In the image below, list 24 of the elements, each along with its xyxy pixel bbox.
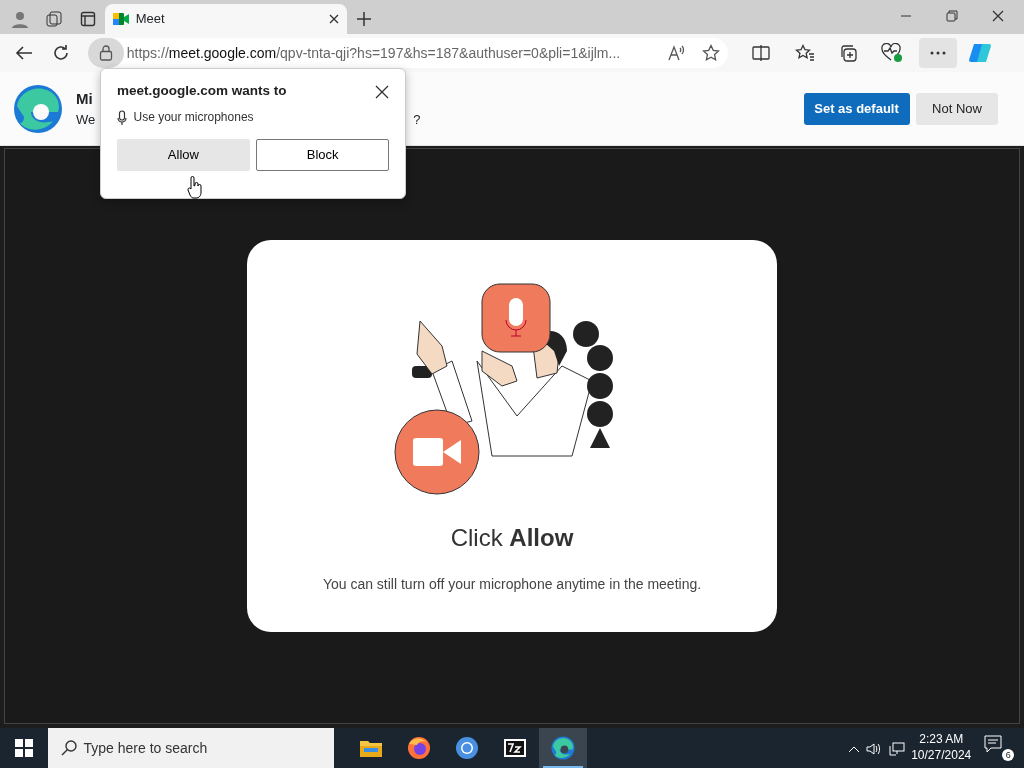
not-now-button[interactable]: Not Now: [916, 92, 998, 125]
browser-tab[interactable]: Meet: [105, 4, 348, 34]
video-call-icon: [113, 12, 130, 26]
permission-text: Use your microphones: [133, 108, 254, 126]
close-tab-icon[interactable]: [329, 14, 340, 24]
set-default-button[interactable]: Set as default: [803, 92, 910, 125]
infobar-text: We: [76, 111, 96, 129]
infobar-text: ?: [413, 111, 421, 129]
browser-logo-icon: [13, 83, 63, 134]
notifications-icon[interactable]: [984, 735, 1003, 753]
block-button[interactable]: Block: [256, 138, 389, 171]
card-text: You can still turn off your microphone anytime in the meeting.: [322, 575, 702, 594]
microphone-icon: [117, 107, 127, 126]
clock-date[interactable]: 10/27/2024: [911, 748, 972, 764]
clock-time[interactable]: 2:23 AM: [911, 732, 972, 748]
popup-title: meet.google.com wants to: [117, 82, 287, 100]
lock-icon[interactable]: [87, 38, 124, 68]
infobar-title: Mi: [76, 89, 93, 107]
card-heading: Click Allow: [450, 523, 574, 553]
address-bar[interactable]: https://meet.google.com/qpv-tnta-qji?hs=197&hs=187&authuser=0&pli=1&ijlm...: [87, 38, 728, 68]
notification-count: 6: [1002, 749, 1015, 761]
taskbar-search-field[interactable]: Type here to search: [48, 728, 334, 768]
allow-button[interactable]: Allow: [117, 138, 250, 171]
search-icon: [61, 740, 77, 756]
